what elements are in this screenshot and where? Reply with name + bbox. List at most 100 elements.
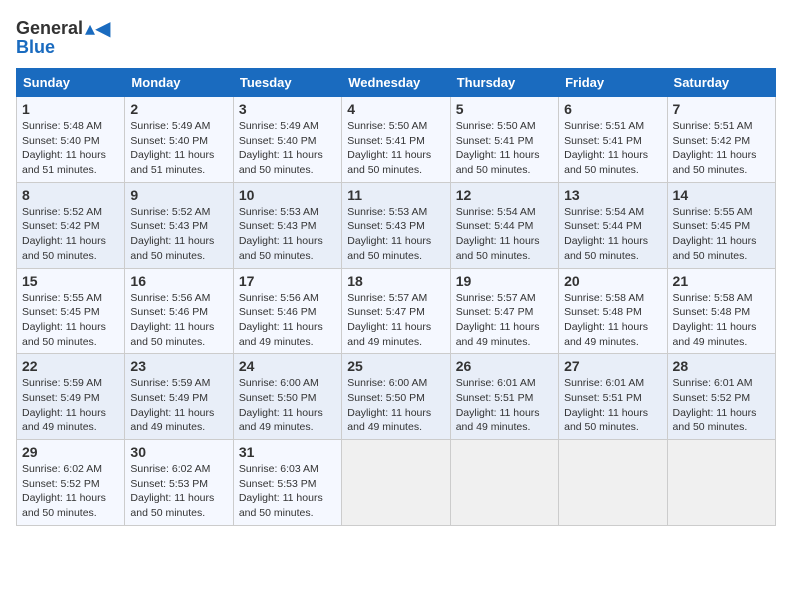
calendar-day-cell: 24 Sunrise: 6:00 AMSunset: 5:50 PMDaylig… — [233, 354, 341, 440]
day-number: 3 — [239, 101, 336, 117]
day-detail: Sunrise: 5:58 AMSunset: 5:48 PMDaylight:… — [564, 292, 648, 348]
day-number: 9 — [130, 187, 227, 203]
calendar-day-cell: 4 Sunrise: 5:50 AMSunset: 5:41 PMDayligh… — [342, 97, 450, 183]
day-number: 30 — [130, 444, 227, 460]
day-detail: Sunrise: 5:58 AMSunset: 5:48 PMDaylight:… — [673, 292, 757, 348]
calendar-day-cell: 12 Sunrise: 5:54 AMSunset: 5:44 PMDaylig… — [450, 182, 558, 268]
weekday-header-cell: Sunday — [17, 69, 125, 97]
calendar-day-cell — [450, 440, 558, 526]
day-detail: Sunrise: 5:52 AMSunset: 5:42 PMDaylight:… — [22, 206, 106, 262]
day-number: 26 — [456, 358, 553, 374]
day-number: 11 — [347, 187, 444, 203]
day-detail: Sunrise: 5:54 AMSunset: 5:44 PMDaylight:… — [564, 206, 648, 262]
calendar-day-cell — [342, 440, 450, 526]
day-detail: Sunrise: 5:59 AMSunset: 5:49 PMDaylight:… — [130, 377, 214, 433]
day-detail: Sunrise: 5:51 AMSunset: 5:41 PMDaylight:… — [564, 120, 648, 176]
day-detail: Sunrise: 5:53 AMSunset: 5:43 PMDaylight:… — [347, 206, 431, 262]
day-detail: Sunrise: 6:01 AMSunset: 5:51 PMDaylight:… — [564, 377, 648, 433]
day-number: 28 — [673, 358, 770, 374]
day-number: 12 — [456, 187, 553, 203]
day-number: 6 — [564, 101, 661, 117]
calendar-day-cell: 7 Sunrise: 5:51 AMSunset: 5:42 PMDayligh… — [667, 97, 775, 183]
calendar-day-cell: 6 Sunrise: 5:51 AMSunset: 5:41 PMDayligh… — [559, 97, 667, 183]
day-number: 2 — [130, 101, 227, 117]
day-detail: Sunrise: 6:03 AMSunset: 5:53 PMDaylight:… — [239, 463, 323, 519]
day-number: 23 — [130, 358, 227, 374]
day-number: 7 — [673, 101, 770, 117]
calendar-day-cell — [667, 440, 775, 526]
day-detail: Sunrise: 5:55 AMSunset: 5:45 PMDaylight:… — [673, 206, 757, 262]
day-number: 17 — [239, 273, 336, 289]
day-number: 4 — [347, 101, 444, 117]
calendar-week-row: 29 Sunrise: 6:02 AMSunset: 5:52 PMDaylig… — [17, 440, 776, 526]
weekday-header-cell: Tuesday — [233, 69, 341, 97]
logo-bird-icon: ▴◀ — [85, 16, 110, 41]
calendar-day-cell: 31 Sunrise: 6:03 AMSunset: 5:53 PMDaylig… — [233, 440, 341, 526]
calendar-day-cell: 17 Sunrise: 5:56 AMSunset: 5:46 PMDaylig… — [233, 268, 341, 354]
day-detail: Sunrise: 5:54 AMSunset: 5:44 PMDaylight:… — [456, 206, 540, 262]
day-number: 13 — [564, 187, 661, 203]
calendar-week-row: 22 Sunrise: 5:59 AMSunset: 5:49 PMDaylig… — [17, 354, 776, 440]
calendar-day-cell: 19 Sunrise: 5:57 AMSunset: 5:47 PMDaylig… — [450, 268, 558, 354]
calendar-day-cell: 14 Sunrise: 5:55 AMSunset: 5:45 PMDaylig… — [667, 182, 775, 268]
calendar-day-cell: 10 Sunrise: 5:53 AMSunset: 5:43 PMDaylig… — [233, 182, 341, 268]
calendar-day-cell: 22 Sunrise: 5:59 AMSunset: 5:49 PMDaylig… — [17, 354, 125, 440]
calendar-week-row: 15 Sunrise: 5:55 AMSunset: 5:45 PMDaylig… — [17, 268, 776, 354]
calendar-day-cell: 21 Sunrise: 5:58 AMSunset: 5:48 PMDaylig… — [667, 268, 775, 354]
day-detail: Sunrise: 5:51 AMSunset: 5:42 PMDaylight:… — [673, 120, 757, 176]
calendar-day-cell: 3 Sunrise: 5:49 AMSunset: 5:40 PMDayligh… — [233, 97, 341, 183]
day-detail: Sunrise: 6:02 AMSunset: 5:52 PMDaylight:… — [22, 463, 106, 519]
weekday-header-cell: Wednesday — [342, 69, 450, 97]
day-number: 21 — [673, 273, 770, 289]
day-number: 18 — [347, 273, 444, 289]
day-number: 24 — [239, 358, 336, 374]
logo-blue-text: Blue — [16, 37, 55, 58]
calendar-day-cell: 20 Sunrise: 5:58 AMSunset: 5:48 PMDaylig… — [559, 268, 667, 354]
day-number: 27 — [564, 358, 661, 374]
day-detail: Sunrise: 6:02 AMSunset: 5:53 PMDaylight:… — [130, 463, 214, 519]
day-detail: Sunrise: 5:49 AMSunset: 5:40 PMDaylight:… — [130, 120, 214, 176]
day-detail: Sunrise: 5:48 AMSunset: 5:40 PMDaylight:… — [22, 120, 106, 176]
weekday-header-row: SundayMondayTuesdayWednesdayThursdayFrid… — [17, 69, 776, 97]
day-detail: Sunrise: 6:01 AMSunset: 5:52 PMDaylight:… — [673, 377, 757, 433]
day-detail: Sunrise: 5:57 AMSunset: 5:47 PMDaylight:… — [347, 292, 431, 348]
day-number: 16 — [130, 273, 227, 289]
day-detail: Sunrise: 5:56 AMSunset: 5:46 PMDaylight:… — [239, 292, 323, 348]
day-number: 15 — [22, 273, 119, 289]
calendar-day-cell: 25 Sunrise: 6:00 AMSunset: 5:50 PMDaylig… — [342, 354, 450, 440]
calendar-day-cell: 26 Sunrise: 6:01 AMSunset: 5:51 PMDaylig… — [450, 354, 558, 440]
day-detail: Sunrise: 6:00 AMSunset: 5:50 PMDaylight:… — [347, 377, 431, 433]
day-detail: Sunrise: 6:01 AMSunset: 5:51 PMDaylight:… — [456, 377, 540, 433]
calendar-body: 1 Sunrise: 5:48 AMSunset: 5:40 PMDayligh… — [17, 97, 776, 526]
calendar-table: SundayMondayTuesdayWednesdayThursdayFrid… — [16, 68, 776, 526]
day-number: 31 — [239, 444, 336, 460]
calendar-day-cell: 16 Sunrise: 5:56 AMSunset: 5:46 PMDaylig… — [125, 268, 233, 354]
day-number: 22 — [22, 358, 119, 374]
calendar-day-cell: 2 Sunrise: 5:49 AMSunset: 5:40 PMDayligh… — [125, 97, 233, 183]
calendar-day-cell: 27 Sunrise: 6:01 AMSunset: 5:51 PMDaylig… — [559, 354, 667, 440]
day-detail: Sunrise: 5:49 AMSunset: 5:40 PMDaylight:… — [239, 120, 323, 176]
day-number: 25 — [347, 358, 444, 374]
weekday-header-cell: Friday — [559, 69, 667, 97]
calendar-day-cell: 29 Sunrise: 6:02 AMSunset: 5:52 PMDaylig… — [17, 440, 125, 526]
weekday-header-cell: Monday — [125, 69, 233, 97]
day-number: 10 — [239, 187, 336, 203]
day-detail: Sunrise: 5:59 AMSunset: 5:49 PMDaylight:… — [22, 377, 106, 433]
logo-general-text: General — [16, 18, 83, 39]
day-number: 19 — [456, 273, 553, 289]
logo: General ▴◀ Blue — [16, 16, 110, 58]
day-number: 14 — [673, 187, 770, 203]
calendar-day-cell: 5 Sunrise: 5:50 AMSunset: 5:41 PMDayligh… — [450, 97, 558, 183]
day-detail: Sunrise: 6:00 AMSunset: 5:50 PMDaylight:… — [239, 377, 323, 433]
calendar-day-cell: 11 Sunrise: 5:53 AMSunset: 5:43 PMDaylig… — [342, 182, 450, 268]
calendar-day-cell: 23 Sunrise: 5:59 AMSunset: 5:49 PMDaylig… — [125, 354, 233, 440]
calendar-day-cell: 28 Sunrise: 6:01 AMSunset: 5:52 PMDaylig… — [667, 354, 775, 440]
day-detail: Sunrise: 5:55 AMSunset: 5:45 PMDaylight:… — [22, 292, 106, 348]
calendar-day-cell: 30 Sunrise: 6:02 AMSunset: 5:53 PMDaylig… — [125, 440, 233, 526]
day-detail: Sunrise: 5:57 AMSunset: 5:47 PMDaylight:… — [456, 292, 540, 348]
day-number: 20 — [564, 273, 661, 289]
calendar-day-cell: 13 Sunrise: 5:54 AMSunset: 5:44 PMDaylig… — [559, 182, 667, 268]
day-number: 8 — [22, 187, 119, 203]
day-number: 29 — [22, 444, 119, 460]
day-detail: Sunrise: 5:50 AMSunset: 5:41 PMDaylight:… — [456, 120, 540, 176]
